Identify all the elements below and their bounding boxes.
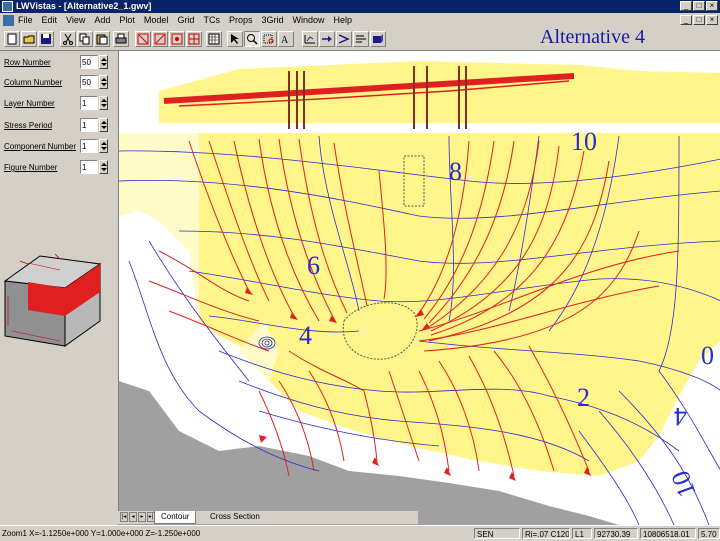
contour-label-8: 8 bbox=[449, 157, 462, 186]
layer-number-input[interactable] bbox=[80, 96, 98, 110]
figure-number-spinner[interactable] bbox=[99, 160, 108, 174]
add-well-icon[interactable] bbox=[169, 31, 185, 47]
contour-map[interactable] bbox=[119, 51, 720, 525]
status-y: 10806518.01 bbox=[640, 528, 696, 539]
status-value: 5.70 bbox=[698, 528, 720, 539]
status-coordinates: Zoom1 X=-1.1250e+000 Y=1.000e+000 Z=-1.2… bbox=[2, 529, 201, 538]
menu-model[interactable]: Model bbox=[144, 15, 169, 25]
layer-number-field: Layer Number bbox=[2, 96, 116, 112]
pointer-icon[interactable] bbox=[227, 31, 243, 47]
row-number-input[interactable] bbox=[80, 55, 98, 69]
overlay-label: Alternative 4 bbox=[540, 26, 645, 48]
menu-add[interactable]: Add bbox=[94, 15, 110, 25]
status-x: 92730.39 bbox=[594, 528, 638, 539]
open-folder-icon[interactable] bbox=[21, 31, 37, 47]
new-file-icon[interactable] bbox=[4, 31, 20, 47]
plot-heads-icon[interactable] bbox=[302, 31, 318, 47]
column-number-label: Column Number bbox=[4, 78, 63, 87]
column-number-field: Column Number bbox=[2, 75, 116, 91]
zoom-icon[interactable] bbox=[244, 31, 260, 47]
left-panel: Row Number Column Number Layer Number St… bbox=[0, 51, 118, 525]
menu-file[interactable]: File bbox=[18, 15, 33, 25]
layer-number-spinner[interactable] bbox=[99, 96, 108, 110]
menu-view[interactable]: View bbox=[66, 15, 85, 25]
column-number-spinner[interactable] bbox=[99, 75, 108, 89]
status-bar: Zoom1 X=-1.1250e+000 Y=1.000e+000 Z=-1.2… bbox=[0, 525, 720, 541]
grid-icon[interactable] bbox=[206, 31, 222, 47]
layer-icon[interactable] bbox=[353, 31, 369, 47]
status-layer: L1 bbox=[572, 528, 592, 539]
menu-grid[interactable]: Grid bbox=[177, 15, 194, 25]
window-title: LWVistas - [Alternative2_1.gwv] bbox=[16, 1, 152, 11]
tab-next-button[interactable]: ▸ bbox=[138, 512, 146, 522]
cut-icon[interactable] bbox=[60, 31, 76, 47]
figure-number-label: Figure Number bbox=[4, 163, 58, 172]
figure-number-input[interactable] bbox=[80, 160, 98, 174]
zoom-window-icon[interactable] bbox=[261, 31, 277, 47]
contour-label-6: 6 bbox=[307, 251, 320, 280]
mdi-minimize-button[interactable]: _ bbox=[680, 15, 692, 25]
run-model-icon[interactable] bbox=[370, 31, 386, 47]
save-icon[interactable] bbox=[38, 31, 54, 47]
plot-flow-icon[interactable] bbox=[319, 31, 335, 47]
contour-label-2: 2 bbox=[577, 383, 590, 412]
add-boundary-icon[interactable] bbox=[186, 31, 202, 47]
title-bar: LWVistas - [Alternative2_1.gwv] _ □ × bbox=[0, 0, 720, 13]
stress-period-spinner[interactable] bbox=[99, 118, 108, 132]
status-cell: Ri=.07 C120 bbox=[522, 528, 570, 539]
text-annotation-icon[interactable]: A bbox=[278, 31, 294, 47]
row-number-label: Row Number bbox=[4, 58, 51, 67]
mdi-restore-button[interactable]: □ bbox=[693, 15, 705, 25]
component-number-input[interactable] bbox=[80, 139, 98, 153]
row-number-spinner[interactable] bbox=[99, 55, 108, 69]
mdi-close-button[interactable]: × bbox=[706, 15, 718, 25]
status-mode: SEN bbox=[474, 528, 520, 539]
row-number-field: Row Number bbox=[2, 55, 116, 71]
view-tabs: |◂ ◂ ▸ ▸| Contour Cross Section bbox=[118, 511, 418, 524]
minimize-button[interactable]: _ bbox=[680, 1, 692, 11]
component-number-field: Component Number bbox=[2, 139, 116, 155]
stress-period-label: Stress Period bbox=[4, 121, 53, 130]
menu-edit[interactable]: Edit bbox=[42, 15, 58, 25]
svg-text:A: A bbox=[281, 35, 289, 45]
paste-icon[interactable] bbox=[94, 31, 110, 47]
contour-label-0: 0 bbox=[701, 341, 714, 370]
pathline-icon[interactable] bbox=[336, 31, 352, 47]
maximize-button[interactable]: □ bbox=[693, 1, 705, 11]
copy-icon[interactable] bbox=[77, 31, 93, 47]
stress-period-input[interactable] bbox=[80, 118, 98, 132]
menu-props[interactable]: Props bbox=[229, 15, 253, 25]
tab-contour[interactable]: Contour bbox=[154, 511, 197, 524]
stress-period-field: Stress Period bbox=[2, 118, 116, 134]
menu-help[interactable]: Help bbox=[334, 15, 353, 25]
contour-label-10: 10 bbox=[571, 127, 597, 156]
document-icon[interactable] bbox=[3, 15, 14, 26]
column-number-input[interactable] bbox=[80, 75, 98, 89]
app-icon bbox=[2, 1, 13, 12]
layer-number-label: Layer Number bbox=[4, 99, 55, 108]
figure-number-field: Figure Number bbox=[2, 160, 116, 176]
menu-window[interactable]: Window bbox=[292, 15, 324, 25]
map-canvas[interactable]: 10 8 6 4 2 4 10 0 bbox=[118, 51, 720, 525]
menu-tcs[interactable]: TCs bbox=[203, 15, 220, 25]
cube-selected-row bbox=[28, 282, 65, 316]
select-region-icon[interactable] bbox=[152, 31, 168, 47]
select-cell-icon[interactable] bbox=[135, 31, 151, 47]
print-icon[interactable] bbox=[113, 31, 129, 47]
component-number-spinner[interactable] bbox=[99, 139, 108, 153]
close-button[interactable]: × bbox=[706, 1, 718, 11]
tab-cross-section[interactable]: Cross Section bbox=[204, 511, 266, 523]
grid-cube-navigator[interactable] bbox=[0, 246, 118, 356]
contour-label-4: 4 bbox=[299, 321, 312, 350]
tab-first-button[interactable]: |◂ bbox=[120, 512, 128, 522]
contour-label-4-rotated: 4 bbox=[674, 402, 687, 431]
menu-3grid[interactable]: 3Grid bbox=[261, 15, 283, 25]
tab-prev-button[interactable]: ◂ bbox=[129, 512, 137, 522]
component-number-label: Component Number bbox=[4, 142, 77, 151]
menu-plot[interactable]: Plot bbox=[119, 15, 135, 25]
